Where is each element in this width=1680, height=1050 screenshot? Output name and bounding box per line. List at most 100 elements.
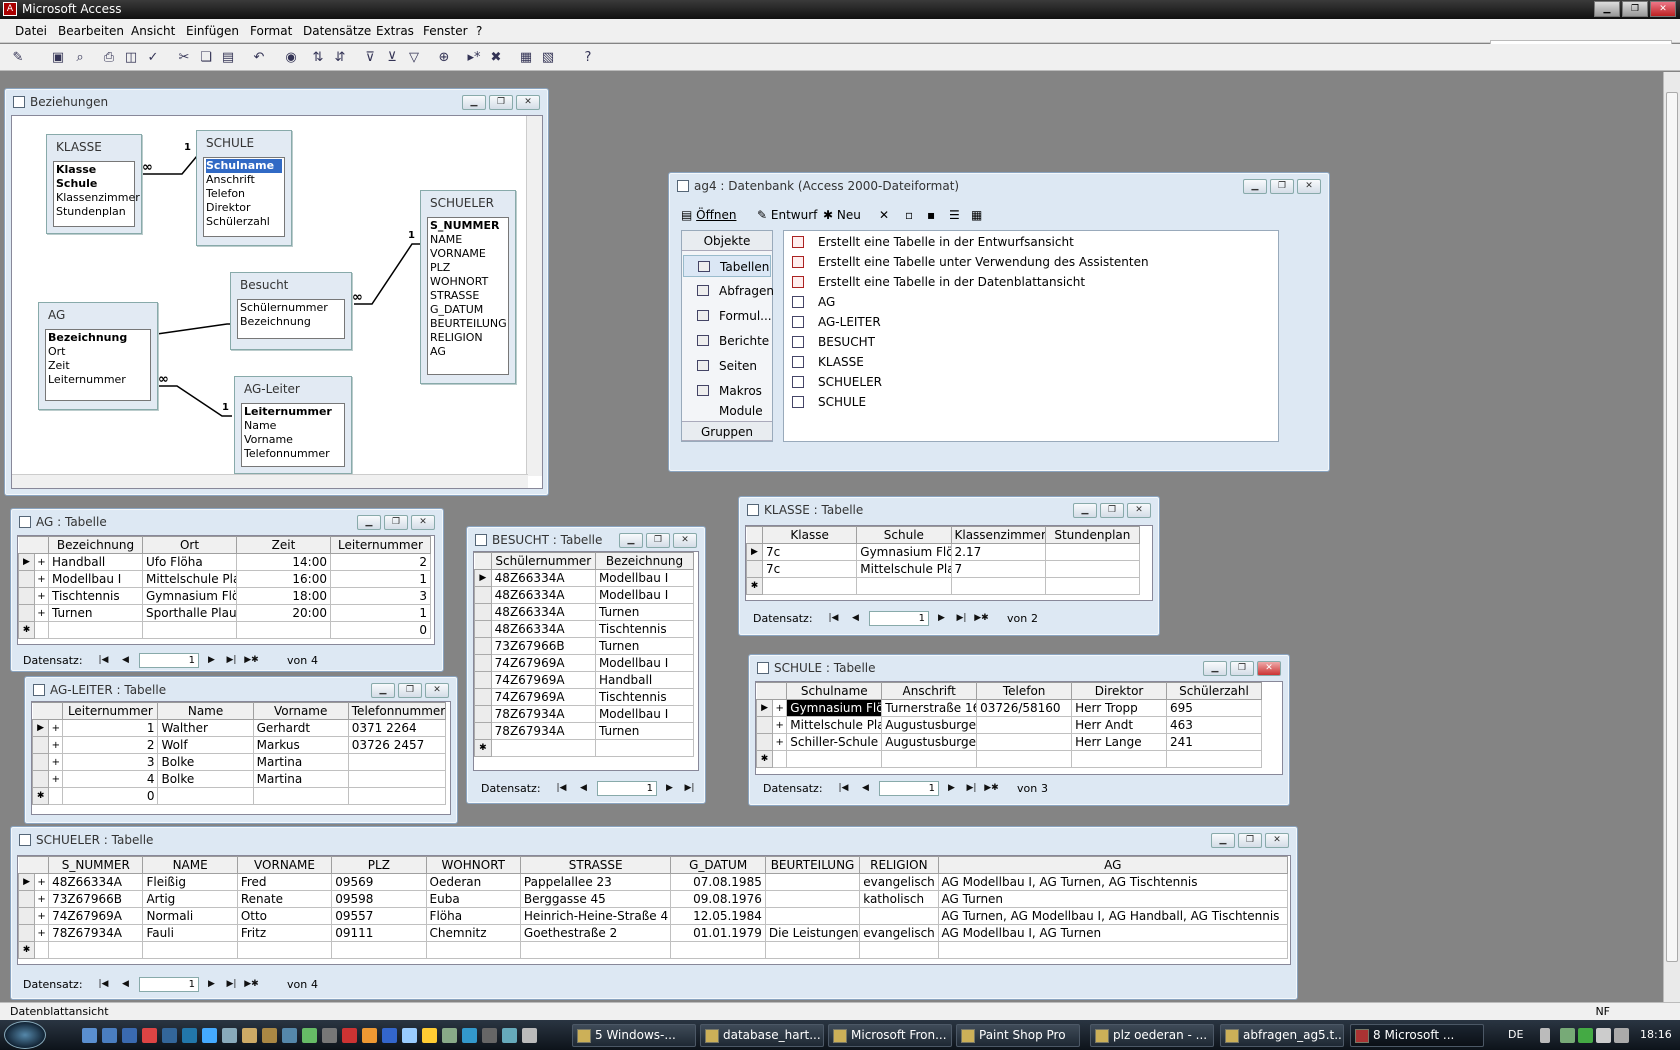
rel-table-klasse[interactable]: KLASSE Klasse Schule Klassenzimmer Stundenp… — [46, 134, 142, 234]
view-icon[interactable]: ✎ — [10, 50, 26, 66]
filter-selection-icon[interactable]: ⊽ — [362, 50, 378, 66]
delete-icon[interactable]: ✕ — [879, 208, 889, 222]
new-record-button[interactable]: ▶✱ — [973, 611, 990, 626]
close-button[interactable]: ✕ — [1127, 503, 1151, 518]
list-view-icon[interactable]: ☰ — [949, 208, 960, 222]
objects-module[interactable]: Module — [683, 405, 771, 417]
find-icon[interactable]: ⊕ — [436, 50, 452, 66]
taskbar-item[interactable]: database_hart... — [700, 1024, 824, 1047]
taskbar-item[interactable]: Microsoft Fron... — [828, 1024, 952, 1047]
sort-asc-icon[interactable]: ⇅ — [310, 50, 326, 66]
table-row[interactable]: ▶ +48Z66334A Fleißig Fred 09569 Oederan Pappel… — [17, 873, 1288, 891]
prev-record-button[interactable]: ◀ — [575, 781, 592, 796]
minimize-button[interactable]: ▁ — [1243, 179, 1267, 194]
app-icon[interactable] — [462, 1028, 477, 1043]
record-number-input[interactable]: 1 — [869, 611, 929, 626]
app-icon[interactable] — [322, 1028, 337, 1043]
objects-berichte[interactable]: Berichte — [683, 330, 771, 352]
minimize-button[interactable]: ▁ — [357, 515, 381, 530]
apply-filter-icon[interactable]: ▽ — [406, 50, 422, 66]
relationships-hscroll[interactable] — [12, 474, 528, 488]
table-row[interactable]: ▶ +1 Walther Gerhardt 0371 2264 — [31, 719, 447, 737]
app-icon[interactable] — [162, 1028, 177, 1043]
prev-record-button[interactable]: ◀ — [117, 977, 134, 992]
last-record-button[interactable]: ▶| — [681, 781, 698, 796]
table-row[interactable]: 48Z66334A Modellbau I — [474, 586, 695, 604]
undo-icon[interactable]: ↶ — [251, 50, 267, 66]
first-record-button[interactable]: |◀ — [825, 611, 842, 626]
cut-icon[interactable]: ✂ — [176, 50, 192, 66]
close-button[interactable]: ✕ — [411, 515, 435, 530]
last-record-button[interactable]: ▶| — [223, 653, 240, 668]
new-record-button[interactable]: ▶✱ — [243, 653, 260, 668]
objects-formulare[interactable]: Formul... — [683, 305, 772, 327]
objects-makros[interactable]: Makros — [683, 380, 771, 402]
new-record-row[interactable]: ✱ 0 — [31, 787, 447, 805]
column-header[interactable]: AG — [937, 856, 1288, 874]
volume-icon[interactable] — [1614, 1028, 1629, 1043]
new-record-row[interactable]: ✱ — [17, 941, 1288, 959]
table-row[interactable]: 48Z66334A Tischtennis — [474, 620, 695, 638]
details-view-icon[interactable]: ▦ — [971, 208, 982, 222]
first-record-button[interactable]: |◀ — [835, 781, 852, 796]
column-header[interactable]: Vorname — [252, 702, 349, 720]
new-object-icon[interactable]: ▧ — [540, 50, 556, 66]
first-record-button[interactable]: |◀ — [95, 977, 112, 992]
menu-fenster[interactable]: Fenster — [423, 24, 468, 38]
list-item[interactable]: Erstellt eine Tabelle in der Datenblatta… — [790, 273, 1085, 291]
table-row[interactable]: +3 Bolke Martina — [31, 753, 447, 771]
ie-icon[interactable] — [202, 1028, 217, 1043]
app-icon[interactable] — [262, 1028, 277, 1043]
first-record-button[interactable]: |◀ — [553, 781, 570, 796]
copy-icon[interactable]: ❏ — [198, 50, 214, 66]
outlook-icon[interactable] — [122, 1028, 137, 1043]
open-button[interactable]: ▤ Öffnen — [681, 208, 736, 222]
filter-form-icon[interactable]: ⊻ — [384, 50, 400, 66]
large-icons-icon[interactable]: ▫ — [905, 208, 913, 222]
list-item[interactable]: BESUCHT — [790, 333, 875, 351]
record-number-input[interactable]: 1 — [139, 977, 199, 992]
record-number-input[interactable]: 1 — [597, 781, 657, 796]
help-icon[interactable]: ? — [580, 50, 596, 66]
menu-format[interactable]: Format — [250, 24, 292, 38]
next-record-button[interactable]: ▶ — [661, 781, 678, 796]
table-row[interactable]: 74Z67969A Modellbau I — [474, 654, 695, 672]
table-row[interactable]: +2 Wolf Markus 03726 2457 — [31, 736, 447, 754]
minimize-button[interactable]: ▁ — [1073, 503, 1097, 518]
show-desktop-icon[interactable] — [82, 1028, 97, 1043]
column-header[interactable]: Direktor — [1071, 682, 1168, 700]
next-record-button[interactable]: ▶ — [933, 611, 950, 626]
close-button[interactable]: ✕ — [1650, 1, 1676, 17]
menu-ansicht[interactable]: Ansicht — [131, 24, 175, 38]
prev-record-button[interactable]: ◀ — [117, 653, 134, 668]
tray-icon[interactable] — [1560, 1028, 1575, 1043]
start-button[interactable] — [4, 1021, 46, 1049]
table-row[interactable]: ▶ + Gymnasium Flö Turnerstraße 16 03726/5816… — [755, 699, 1262, 717]
close-button[interactable]: ✕ — [425, 683, 449, 698]
record-number-input[interactable]: 1 — [139, 653, 199, 668]
column-header[interactable]: Stundenplan — [1044, 526, 1141, 544]
relationships-vscroll[interactable] — [526, 116, 542, 476]
restore-button[interactable]: ❐ — [489, 95, 513, 110]
list-item[interactable]: SCHULE — [790, 393, 866, 411]
table-row[interactable]: 7c Mittelschule Pla 7 — [745, 560, 1141, 578]
column-header[interactable]: NAME — [142, 856, 238, 874]
taskbar-item[interactable]: 5 Windows-... — [572, 1024, 696, 1047]
table-row[interactable]: + Schiller-Schule Augustusburger Herr Lange… — [755, 733, 1262, 751]
tray-arrow-icon[interactable] — [1540, 1028, 1550, 1043]
app-icon[interactable] — [182, 1028, 197, 1043]
spellcheck-icon[interactable]: ✓ — [145, 50, 161, 66]
close-button[interactable]: ✕ — [1297, 179, 1321, 194]
first-record-button[interactable]: |◀ — [95, 653, 112, 668]
network-icon[interactable] — [1596, 1028, 1611, 1043]
table-row[interactable]: + Turnen Sporthalle Plau 20:00 1 — [18, 604, 431, 622]
column-header[interactable]: Telefonnummer — [347, 702, 447, 720]
app-icon[interactable] — [522, 1028, 537, 1043]
delete-record-icon[interactable]: ✖ — [488, 50, 504, 66]
small-icons-icon[interactable]: ▪ — [927, 208, 935, 222]
column-header[interactable]: Bezeichnung — [594, 552, 695, 570]
column-header[interactable]: Ort — [142, 536, 237, 554]
column-header[interactable]: S_NUMMER — [48, 856, 144, 874]
column-header[interactable]: Zeit — [236, 536, 331, 554]
table-row[interactable]: + Mittelschule Pla Augustusburger Herr Andt… — [755, 716, 1262, 734]
